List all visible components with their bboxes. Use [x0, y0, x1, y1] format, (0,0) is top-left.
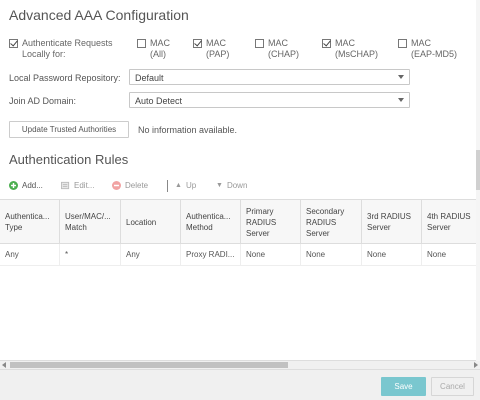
checkbox-icon[interactable] — [398, 39, 407, 48]
down-button[interactable]: ▼ Down — [216, 181, 247, 190]
grid-header: Authentica... Type User/MAC/... Match Lo… — [0, 200, 480, 244]
delete-button[interactable]: Delete — [112, 181, 148, 190]
mac-chap-checkbox[interactable]: MAC (CHAP) — [255, 38, 315, 60]
checkbox-icon[interactable] — [255, 39, 264, 48]
dialog-footer: Save Cancel — [0, 369, 480, 400]
chevron-down-icon — [398, 98, 404, 102]
checkbox-icon[interactable] — [137, 39, 146, 48]
toolbar-divider — [167, 180, 168, 192]
up-label: Up — [185, 181, 197, 190]
horizontal-scrollbar[interactable] — [0, 361, 480, 369]
column-header[interactable]: Secondary RADIUS Server — [301, 200, 362, 244]
rules-section-title: Authentication Rules — [9, 152, 129, 167]
table-cell: None — [422, 244, 480, 266]
join-ad-label: Join AD Domain: — [9, 96, 77, 106]
column-header[interactable]: Primary RADIUS Server — [241, 200, 301, 244]
column-header[interactable]: Location — [121, 200, 181, 244]
up-button[interactable]: ▲ Up — [175, 181, 196, 190]
join-ad-select[interactable]: Auto Detect — [129, 92, 410, 108]
table-cell: Any — [121, 244, 181, 266]
checkbox-check-icon[interactable] — [322, 39, 331, 48]
checkbox-check-icon[interactable] — [193, 39, 202, 48]
mac-chap-label: MAC (CHAP) — [268, 38, 299, 59]
table-cell: None — [301, 244, 362, 266]
table-cell: None — [362, 244, 422, 266]
arrow-up-icon: ▲ — [175, 182, 182, 189]
mac-mschap-checkbox[interactable]: MAC (MsCHAP) — [322, 38, 392, 60]
edit-button[interactable]: Edit... — [61, 181, 94, 190]
edit-icon — [61, 181, 70, 190]
scroll-right-icon[interactable] — [474, 362, 478, 368]
password-repo-value: Default — [135, 73, 164, 83]
mac-pap-checkbox[interactable]: MAC (PAP) — [193, 38, 248, 60]
scroll-left-icon[interactable] — [2, 362, 6, 368]
mac-eap-md5-label: MAC (EAP-MD5) — [411, 38, 458, 59]
edit-label: Edit... — [74, 181, 95, 190]
authenticate-locally-label: Authenticate Requests Locally for: — [22, 38, 113, 59]
aaa-section-title: Advanced AAA Configuration — [9, 7, 189, 23]
info-text: No information available. — [138, 125, 238, 135]
add-icon — [9, 181, 18, 190]
column-header[interactable]: User/MAC/... Match — [60, 200, 121, 244]
arrow-down-icon: ▼ — [216, 182, 223, 189]
rules-toolbar: Add... Edit... Delete ▲ Up ▼ Down — [9, 180, 480, 193]
save-button[interactable]: Save — [381, 377, 426, 396]
chevron-down-icon — [398, 75, 404, 79]
add-label: Add... — [22, 181, 43, 190]
password-repo-select[interactable]: Default — [129, 69, 410, 85]
table-cell: Any — [0, 244, 60, 266]
authenticate-locally-checkbox[interactable]: Authenticate Requests Locally for: — [9, 38, 134, 60]
column-header[interactable]: 4th RADIUS Server — [422, 200, 480, 244]
table-cell: * — [60, 244, 121, 266]
vertical-scrollbar-thumb[interactable] — [476, 150, 480, 190]
down-label: Down — [226, 181, 248, 190]
checkbox-check-icon[interactable] — [9, 39, 18, 48]
mac-all-checkbox[interactable]: MAC (All) — [137, 38, 192, 60]
password-repo-label: Local Password Repository: — [9, 73, 121, 83]
mac-all-label: MAC (All) — [150, 38, 170, 59]
table-cell: Proxy RADI... — [181, 244, 241, 266]
delete-label: Delete — [125, 181, 149, 190]
join-ad-value: Auto Detect — [135, 96, 183, 106]
mac-eap-md5-checkbox[interactable]: MAC (EAP-MD5) — [398, 38, 478, 60]
column-header[interactable]: 3rd RADIUS Server — [362, 200, 422, 244]
column-header[interactable]: Authentica... Type — [0, 200, 60, 244]
vertical-scrollbar[interactable] — [476, 0, 480, 361]
column-header[interactable]: Authentica... Method — [181, 200, 241, 244]
delete-icon — [112, 181, 121, 190]
mac-pap-label: MAC (PAP) — [206, 38, 230, 59]
scrollbar-thumb[interactable] — [10, 362, 288, 368]
rules-grid: Authentica... Type User/MAC/... Match Lo… — [0, 199, 480, 361]
update-trusted-authorities-button[interactable]: Update Trusted Authorities — [9, 121, 129, 138]
table-cell: None — [241, 244, 301, 266]
add-button[interactable]: Add... — [9, 181, 43, 190]
mac-mschap-label: MAC (MsCHAP) — [335, 38, 378, 59]
cancel-button[interactable]: Cancel — [431, 377, 474, 396]
